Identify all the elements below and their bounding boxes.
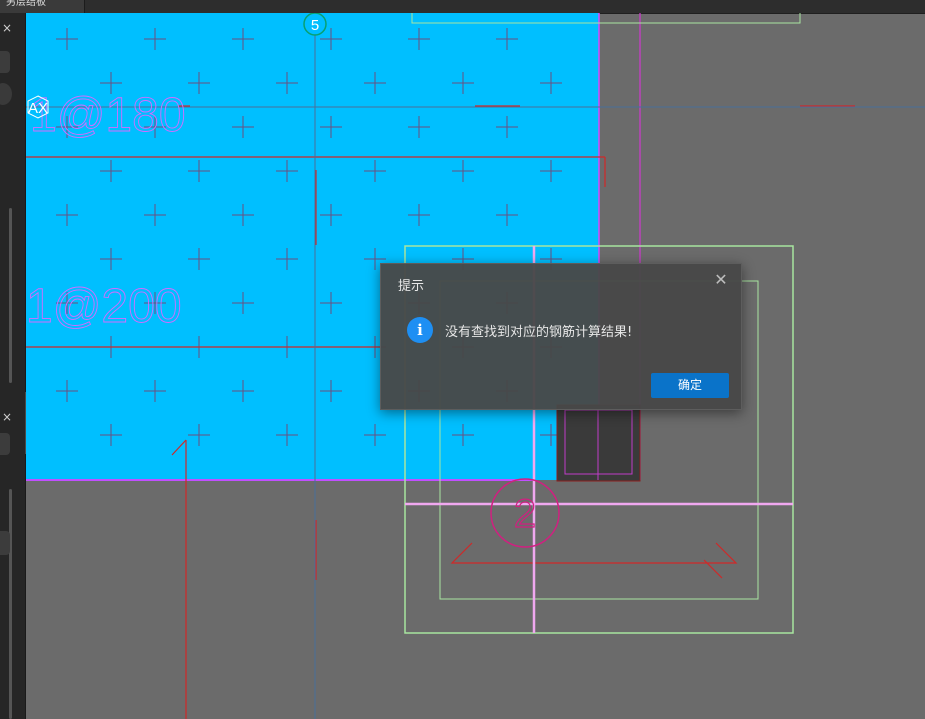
section-mark-text: 2 [514,492,536,536]
panel-circle-button[interactable] [0,83,12,105]
panel-scrollbar[interactable] [9,208,12,383]
panel-close-icon-2[interactable]: × [2,410,12,424]
dialog-message: 没有查找到对应的钢筋计算结果! [445,325,633,340]
dialog-title: 提示 [398,279,425,294]
rebar-annotation-2: 1@200 [26,280,182,333]
panel-button-3[interactable] [0,531,10,555]
panel-button-2[interactable] [0,433,10,455]
rebar-annotation-1: 1@180 [30,89,186,142]
ok-button[interactable]: 确定 [651,373,729,398]
panel-expand-button[interactable] [0,51,10,73]
panel-scrollbar-2[interactable] [9,489,12,719]
title-bar: 另层结板 [0,0,925,14]
axis-label: AX [28,100,48,117]
axis-number: 5 [311,17,319,34]
info-icon: i [407,317,433,343]
left-panel: × × [0,13,26,719]
close-icon[interactable]: ✕ [713,272,729,288]
prompt-dialog: 提示 ✕ i 没有查找到对应的钢筋计算结果! 确定 [380,263,742,410]
panel-close-icon[interactable]: × [2,21,12,35]
document-tab[interactable]: 另层结板 [0,0,85,13]
